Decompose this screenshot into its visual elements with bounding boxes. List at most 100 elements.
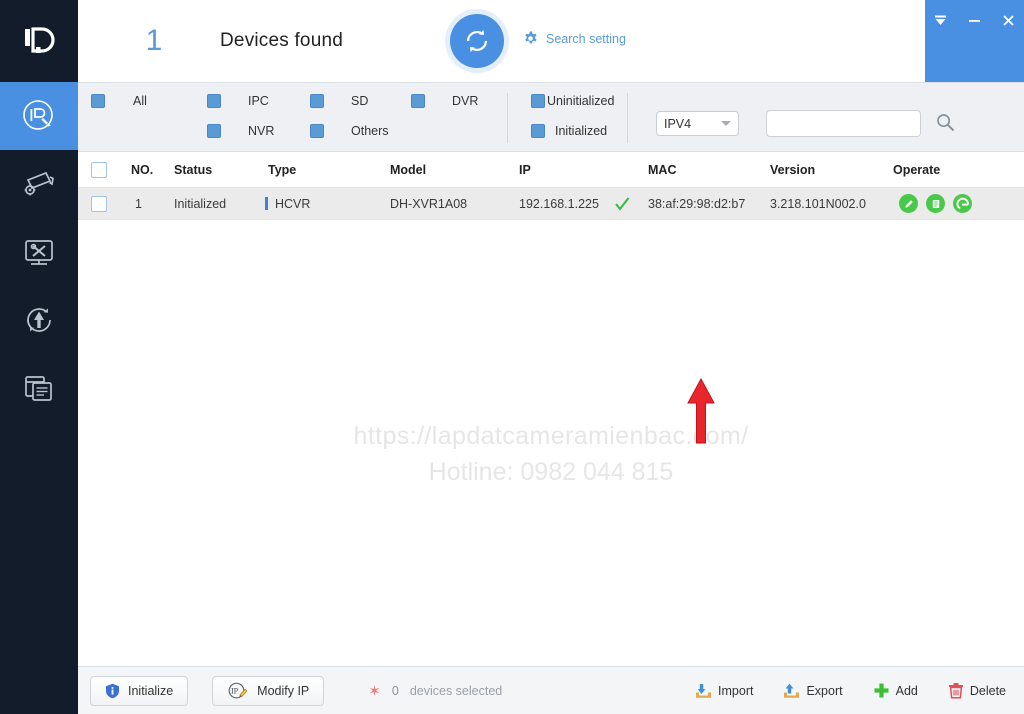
sidebar-item-device-config[interactable] bbox=[0, 150, 78, 218]
filter-checkbox-sd[interactable]: SD bbox=[310, 94, 368, 108]
modify-ip-button[interactable]: IP Modify IP bbox=[212, 675, 325, 706]
filter-label-all: All bbox=[133, 94, 147, 108]
page-icon bbox=[932, 199, 939, 208]
camera-gear-icon bbox=[24, 171, 54, 196]
filter-checkbox-others[interactable]: Others bbox=[310, 124, 389, 138]
cell-ip: 192.168.1.225 bbox=[519, 196, 599, 211]
column-header-version: Version bbox=[770, 162, 816, 177]
app-logo bbox=[0, 0, 78, 82]
device-count: 1 bbox=[145, 24, 163, 57]
selection-marker-icon: ✶ bbox=[368, 682, 381, 700]
filter-label-dvr: DVR bbox=[452, 94, 479, 108]
filter-checkbox-ipc[interactable]: IPC bbox=[207, 94, 269, 108]
filter-checkbox-initialized[interactable]: Initialized bbox=[531, 124, 607, 138]
row-details-button[interactable] bbox=[926, 194, 945, 213]
add-button[interactable]: Add bbox=[873, 682, 918, 699]
selected-text: devices selected bbox=[409, 683, 503, 698]
refresh-icon bbox=[466, 30, 488, 52]
annotation-arrow bbox=[684, 377, 718, 450]
documents-icon bbox=[25, 376, 52, 401]
sidebar-item-device-upgrade[interactable] bbox=[0, 286, 78, 354]
cell-type: HCVR bbox=[265, 188, 310, 219]
search-setting-button[interactable]: Search setting bbox=[522, 30, 626, 47]
initialize-label: Initialize bbox=[128, 683, 174, 698]
close-button[interactable] bbox=[999, 10, 1019, 30]
green-check-icon bbox=[615, 196, 630, 211]
selected-count: 0 bbox=[391, 683, 399, 698]
search-submit-button[interactable] bbox=[935, 112, 956, 138]
filter-label-uninitialized: Uninitialized bbox=[547, 94, 615, 108]
watermark-phone: Hotline: 0982 044 815 bbox=[428, 458, 674, 486]
cell-version: 3.218.101N002.0 bbox=[770, 196, 866, 211]
column-header-operate: Operate bbox=[893, 162, 941, 177]
filter-divider-left bbox=[507, 93, 508, 143]
protocol-select-value: IPV4 bbox=[664, 116, 692, 131]
refresh-button[interactable] bbox=[450, 14, 504, 68]
table-row[interactable]: 1 Initialized HCVR DH-XVR1A08 192.168.1.… bbox=[78, 188, 1024, 220]
filter-label-ipc: IPC bbox=[248, 94, 269, 108]
filter-checkbox-all[interactable]: All bbox=[91, 94, 147, 108]
sidebar-item-system-tools[interactable] bbox=[0, 218, 78, 286]
cell-operate bbox=[899, 188, 980, 219]
row-select-checkbox[interactable] bbox=[91, 195, 107, 212]
pin-dropdown-button[interactable] bbox=[931, 10, 951, 30]
sidebar-item-device-logs[interactable] bbox=[0, 354, 78, 422]
window-controls bbox=[925, 0, 1024, 82]
column-header-ip: IP bbox=[519, 162, 531, 177]
watermark-url: https://lapdatcameramienbac.com/ bbox=[353, 422, 749, 450]
export-button[interactable]: Export bbox=[783, 683, 843, 699]
row-edit-button[interactable] bbox=[899, 194, 918, 213]
row-web-browser-button[interactable] bbox=[953, 194, 972, 213]
shield-info-icon bbox=[106, 683, 119, 698]
filter-checkbox-uninitialized[interactable]: Uninitialized bbox=[531, 94, 614, 108]
import-label: Import bbox=[718, 683, 754, 698]
protocol-select[interactable]: IPV4 bbox=[656, 111, 739, 136]
select-all-checkbox-cell[interactable] bbox=[91, 152, 107, 187]
ip-pencil-icon: IP bbox=[228, 682, 248, 699]
cell-type-label: HCVR bbox=[275, 196, 311, 211]
main-area: 1 Devices found Search setting All IPC S… bbox=[78, 0, 1024, 714]
search-input[interactable] bbox=[766, 110, 921, 137]
devices-found-label: Devices found bbox=[220, 30, 344, 51]
row-select-checkbox-cell[interactable] bbox=[91, 188, 107, 219]
device-table: NO. Status Type Model IP MAC Version Ope… bbox=[78, 152, 1024, 666]
filter-label-initialized: Initialized bbox=[555, 124, 608, 138]
delete-button[interactable]: Delete bbox=[948, 682, 1006, 699]
monitor-tools-icon bbox=[25, 240, 53, 265]
column-header-status: Status bbox=[174, 162, 213, 177]
checkbox-box[interactable] bbox=[411, 94, 425, 108]
checkbox-box[interactable] bbox=[310, 94, 324, 108]
gear-icon bbox=[525, 31, 537, 44]
search-setting-label: Search setting bbox=[546, 31, 626, 46]
initialize-button[interactable]: Initialize bbox=[90, 675, 189, 706]
checkbox-box[interactable] bbox=[310, 124, 324, 138]
pencil-icon bbox=[904, 199, 913, 208]
checkbox-box[interactable] bbox=[207, 124, 221, 138]
cell-model: DH-XVR1A08 bbox=[390, 196, 468, 211]
checkbox-box[interactable] bbox=[91, 94, 105, 108]
delete-label: Delete bbox=[969, 683, 1006, 698]
filter-checkbox-nvr[interactable]: NVR bbox=[207, 124, 274, 138]
plus-icon bbox=[874, 683, 889, 698]
filter-checkbox-dvr[interactable]: DVR bbox=[411, 94, 478, 108]
modify-ip-label: Modify IP bbox=[257, 683, 310, 698]
checkbox-box[interactable] bbox=[207, 94, 221, 108]
export-icon bbox=[784, 683, 800, 698]
footer-toolbar: Initialize IP Modify IP ✶ 0 devices sele… bbox=[78, 666, 1024, 714]
filter-label-nvr: NVR bbox=[248, 124, 275, 138]
upgrade-arrow-icon bbox=[27, 308, 51, 332]
cell-ip-status bbox=[613, 188, 631, 219]
minimize-button[interactable] bbox=[965, 10, 985, 30]
checkbox-box[interactable] bbox=[531, 124, 545, 138]
sidebar-item-device-discovery[interactable] bbox=[0, 82, 78, 150]
import-button[interactable]: Import bbox=[695, 683, 753, 699]
chevron-down-icon bbox=[721, 121, 731, 126]
column-header-model: Model bbox=[390, 162, 427, 177]
column-header-no: NO. bbox=[131, 162, 154, 177]
select-all-checkbox[interactable] bbox=[91, 161, 107, 178]
svg-text:IP: IP bbox=[231, 686, 239, 695]
cell-mac: 38:af:29:98:d2:b7 bbox=[648, 196, 746, 211]
checkbox-box[interactable] bbox=[531, 94, 545, 108]
watermark: https://lapdatcameramienbac.com/ Hotline… bbox=[78, 422, 1024, 487]
column-header-type: Type bbox=[268, 162, 297, 177]
